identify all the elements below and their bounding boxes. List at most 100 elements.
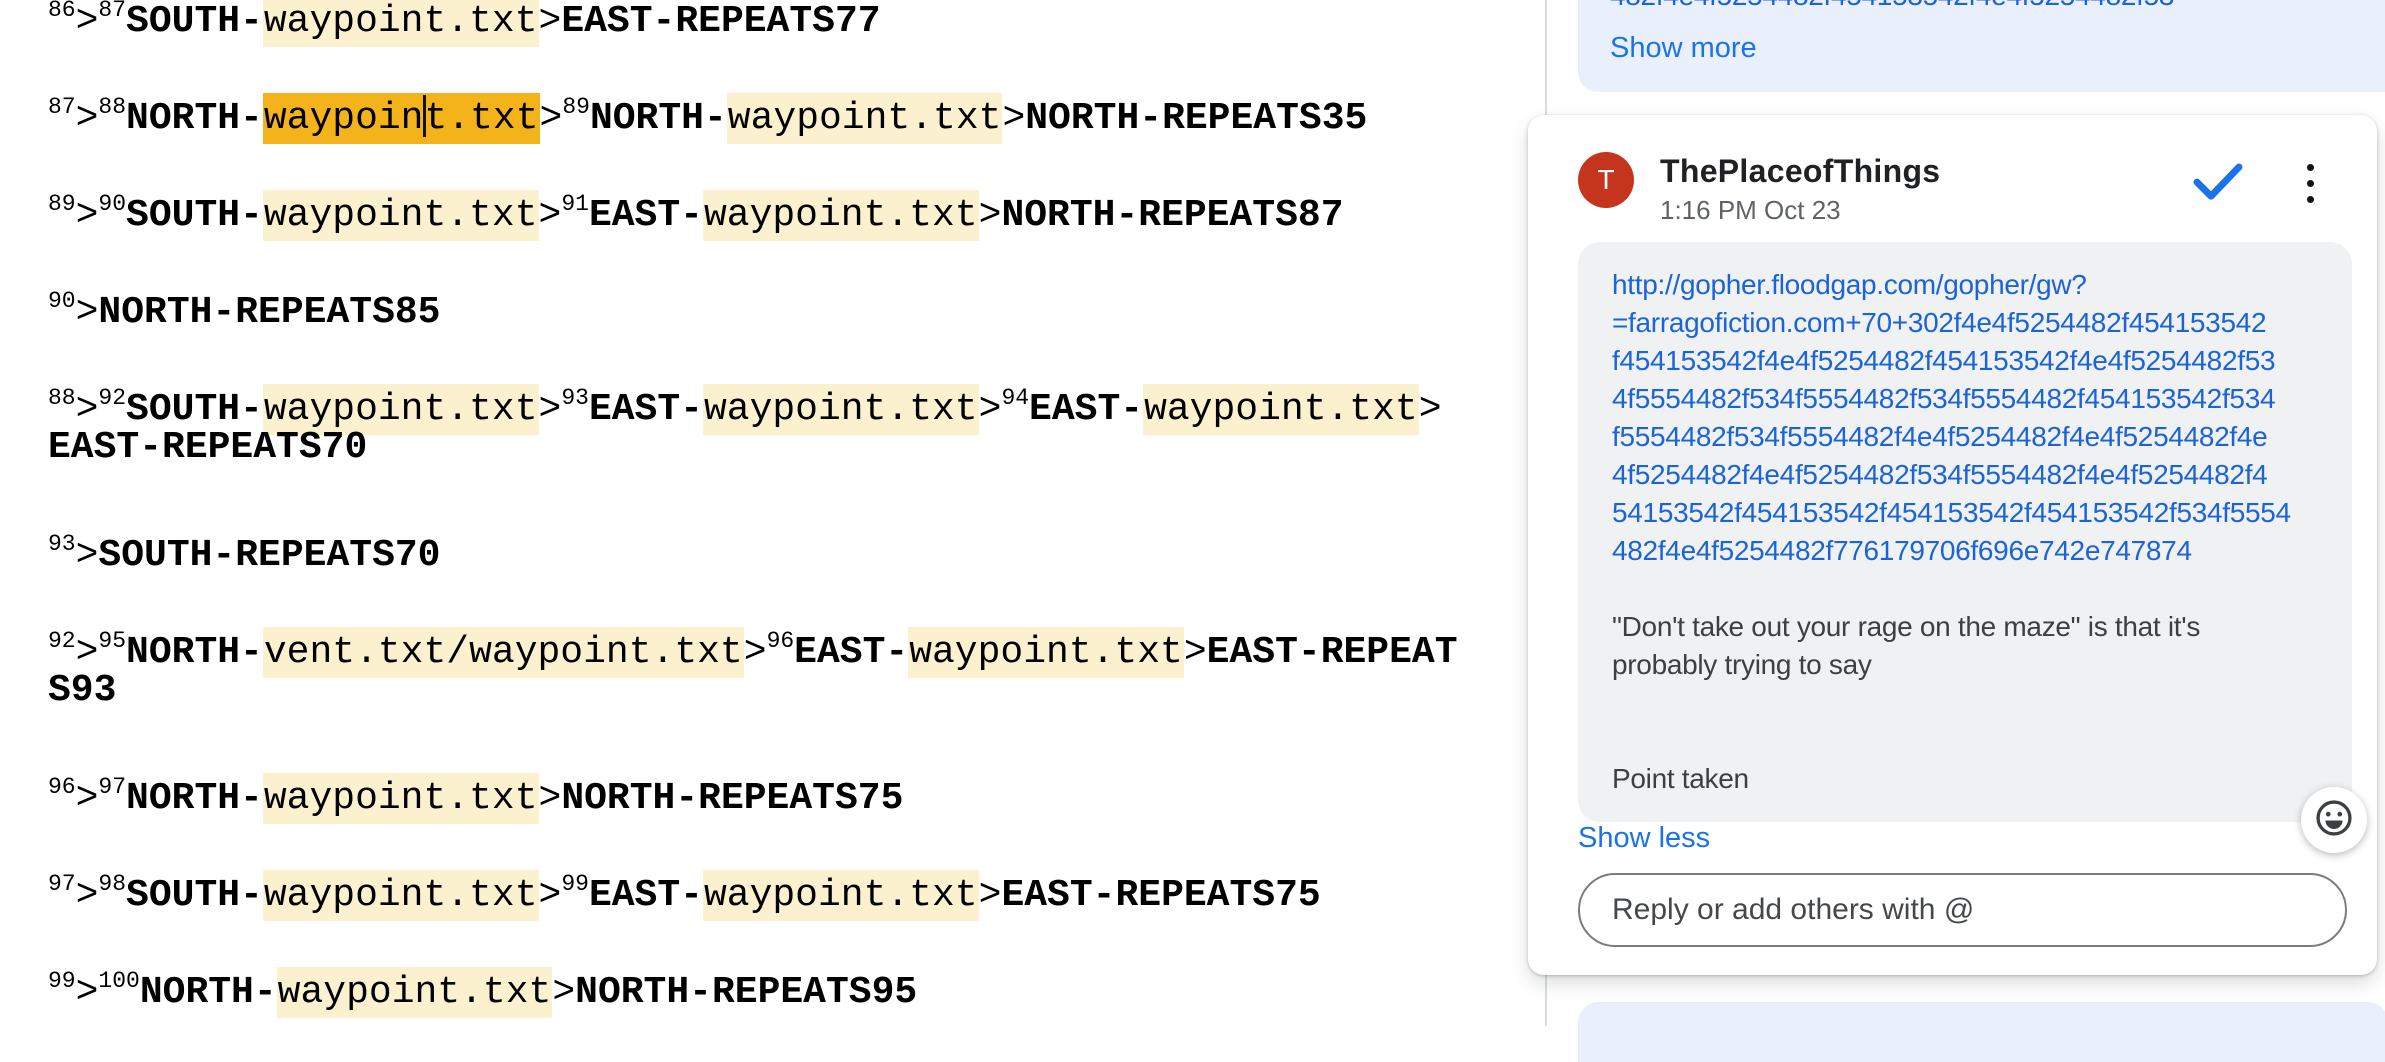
direction-text: EAST-REPEAT xyxy=(1207,631,1458,674)
document-text-area[interactable]: 86>87SOUTH-waypoint.txt>EAST-REPEATS7787… xyxy=(48,0,1448,1054)
doc-paragraph: 96>97NORTH-waypoint.txt>NORTH-REPEATS75 xyxy=(48,763,1448,812)
direction-text: EAST-REPEATS77 xyxy=(561,0,880,43)
line-ref-number: 88 xyxy=(48,385,76,411)
direction-text: EAST- xyxy=(589,874,703,917)
arrow-text: > xyxy=(76,874,99,917)
line-ref-number: 96 xyxy=(767,628,795,654)
doc-line: 97>98SOUTH-waypoint.txt>99EAST-waypoint.… xyxy=(48,860,1448,909)
doc-paragraph: 99>100NORTH-waypoint.txt>NORTH-REPEATS95 xyxy=(48,957,1448,1006)
search-highlight: waypoint.txt xyxy=(277,967,553,1018)
comment-link-line[interactable]: f454153542f4e4f5254482f454153542f4e4f525… xyxy=(1612,342,2318,380)
direction-text: EAST-REPEATS70 xyxy=(48,426,367,469)
direction-text: S93 xyxy=(48,669,116,712)
line-ref-number: 97 xyxy=(48,871,76,897)
direction-text: SOUTH- xyxy=(126,874,263,917)
previous-comment-bubble: 482f4e4f5254482f454153542f4e4f5254482f53… xyxy=(1578,0,2385,92)
comment-link-line[interactable]: =farragofiction.com+70+302f4e4f5254482f4… xyxy=(1612,304,2318,342)
search-highlight: waypoint.txt xyxy=(703,870,979,921)
doc-paragraph: 88>92SOUTH-waypoint.txt>93EAST-waypoint.… xyxy=(48,374,1448,472)
line-ref-number: 87 xyxy=(98,0,126,23)
doc-line: 90>NORTH-REPEATS85 xyxy=(48,277,1448,326)
more-options-button[interactable] xyxy=(2290,155,2330,211)
comment-message-bubble: http://gopher.floodgap.com/gopher/gw?=fa… xyxy=(1578,242,2352,822)
direction-text: NORTH-REPEATS75 xyxy=(561,777,903,820)
doc-line: 92>95NORTH-vent.txt/waypoint.txt>96EAST-… xyxy=(48,617,1448,666)
line-ref-number: 92 xyxy=(48,628,76,654)
arrow-text: > xyxy=(1002,97,1025,140)
search-highlight: waypoint.txt xyxy=(263,870,539,921)
doc-line: 96>97NORTH-waypoint.txt>NORTH-REPEATS75 xyxy=(48,763,1448,812)
next-comment-bubble xyxy=(1578,1002,2385,1062)
arrow-text: > xyxy=(552,971,575,1014)
arrow-text: > xyxy=(979,874,1002,917)
arrow-text: > xyxy=(76,534,99,577)
arrow-text: > xyxy=(539,874,562,917)
arrow-text: > xyxy=(76,97,99,140)
search-highlight: waypoint.txt xyxy=(263,773,539,824)
search-highlight: waypoint.txt xyxy=(727,93,1003,144)
clipped-link-text: 482f4e4f5254482f454153542f4e4f5254482f53 xyxy=(1610,0,2174,14)
arrow-text: > xyxy=(76,291,99,334)
direction-text: NORTH- xyxy=(126,631,263,674)
show-more-link[interactable]: Show more xyxy=(1610,32,1757,65)
direction-text: NORTH- xyxy=(126,777,263,820)
line-ref-number: 91 xyxy=(561,191,589,217)
direction-text: SOUTH- xyxy=(126,0,263,43)
search-highlight-active: waypoint.txt xyxy=(263,93,540,144)
line-ref-number: 99 xyxy=(48,968,76,994)
arrow-text: > xyxy=(979,388,1002,431)
line-ref-number: 90 xyxy=(48,288,76,314)
direction-text: EAST- xyxy=(589,388,703,431)
smiley-icon xyxy=(2313,797,2355,844)
line-ref-number: 89 xyxy=(562,94,590,120)
arrow-text: > xyxy=(539,194,562,237)
search-highlight: waypoint.txt xyxy=(263,0,539,47)
blank-line xyxy=(1612,570,2318,608)
doc-line: 86>87SOUTH-waypoint.txt>EAST-REPEATS77 xyxy=(48,0,1448,35)
line-ref-number: 94 xyxy=(1001,385,1029,411)
comment-link-line[interactable]: 482f4e4f5254482f776179706f696e742e747874 xyxy=(1612,532,2318,570)
direction-text: NORTH- xyxy=(140,971,277,1014)
doc-line: 99>100NORTH-waypoint.txt>NORTH-REPEATS95 xyxy=(48,957,1448,1006)
line-ref-number: 86 xyxy=(48,0,76,23)
arrow-text: > xyxy=(76,0,99,43)
reply-input[interactable] xyxy=(1578,873,2347,947)
direction-text: NORTH-REPEATS87 xyxy=(1001,194,1343,237)
arrow-text: > xyxy=(744,631,767,674)
add-reaction-button[interactable] xyxy=(2301,787,2367,853)
arrow-text: > xyxy=(1419,388,1442,431)
comment-link-line[interactable]: 4f5254482f4e4f5254482f534f5554482f4e4f52… xyxy=(1612,456,2318,494)
comment-link-line[interactable]: 54153542f454153542f454153542f454153542f5… xyxy=(1612,494,2318,532)
direction-text: EAST- xyxy=(589,194,703,237)
highlight-text: waypoin xyxy=(264,97,424,140)
direction-text: EAST- xyxy=(794,631,908,674)
doc-line: 87>88NORTH-waypoint.txt>89NORTH-waypoint… xyxy=(48,83,1448,132)
blank-line xyxy=(1612,684,2318,722)
arrow-text: > xyxy=(539,777,562,820)
search-highlight: waypoint.txt xyxy=(908,627,1184,678)
line-ref-number: 92 xyxy=(98,385,126,411)
doc-paragraph: 90>NORTH-REPEATS85 xyxy=(48,277,1448,326)
doc-paragraph: 87>88NORTH-waypoint.txt>89NORTH-waypoint… xyxy=(48,83,1448,132)
search-highlight: waypoint.txt xyxy=(1143,384,1419,435)
resolve-button[interactable] xyxy=(2190,157,2246,205)
search-highlight: waypoint.txt xyxy=(263,190,539,241)
direction-text: EAST-REPEATS75 xyxy=(1001,874,1320,917)
comment-body-line: "Don't take out your rage on the maze" i… xyxy=(1612,608,2318,646)
doc-paragraph: 86>87SOUTH-waypoint.txt>EAST-REPEATS77 xyxy=(48,0,1448,35)
comment-link-line[interactable]: 4f5554482f534f5554482f534f5554482f454153… xyxy=(1612,380,2318,418)
comment-link-line[interactable]: http://gopher.floodgap.com/gopher/gw? xyxy=(1612,266,2318,304)
direction-text: EAST- xyxy=(1029,388,1143,431)
direction-text: SOUTH- xyxy=(126,194,263,237)
comment-body-line: probably trying to say xyxy=(1612,646,2318,684)
direction-text: NORTH-REPEATS95 xyxy=(575,971,917,1014)
arrow-text: > xyxy=(76,194,99,237)
search-highlight: vent.txt/waypoint.txt xyxy=(263,627,744,678)
arrow-text: > xyxy=(539,388,562,431)
arrow-text: > xyxy=(76,777,99,820)
direction-text: NORTH- xyxy=(126,97,263,140)
check-icon xyxy=(2190,192,2246,209)
comment-link-line[interactable]: f5554482f534f5554482f4e4f5254482f4e4f525… xyxy=(1612,418,2318,456)
show-less-link[interactable]: Show less xyxy=(1578,822,1710,855)
doc-paragraph: 89>90SOUTH-waypoint.txt>91EAST-waypoint.… xyxy=(48,180,1448,229)
